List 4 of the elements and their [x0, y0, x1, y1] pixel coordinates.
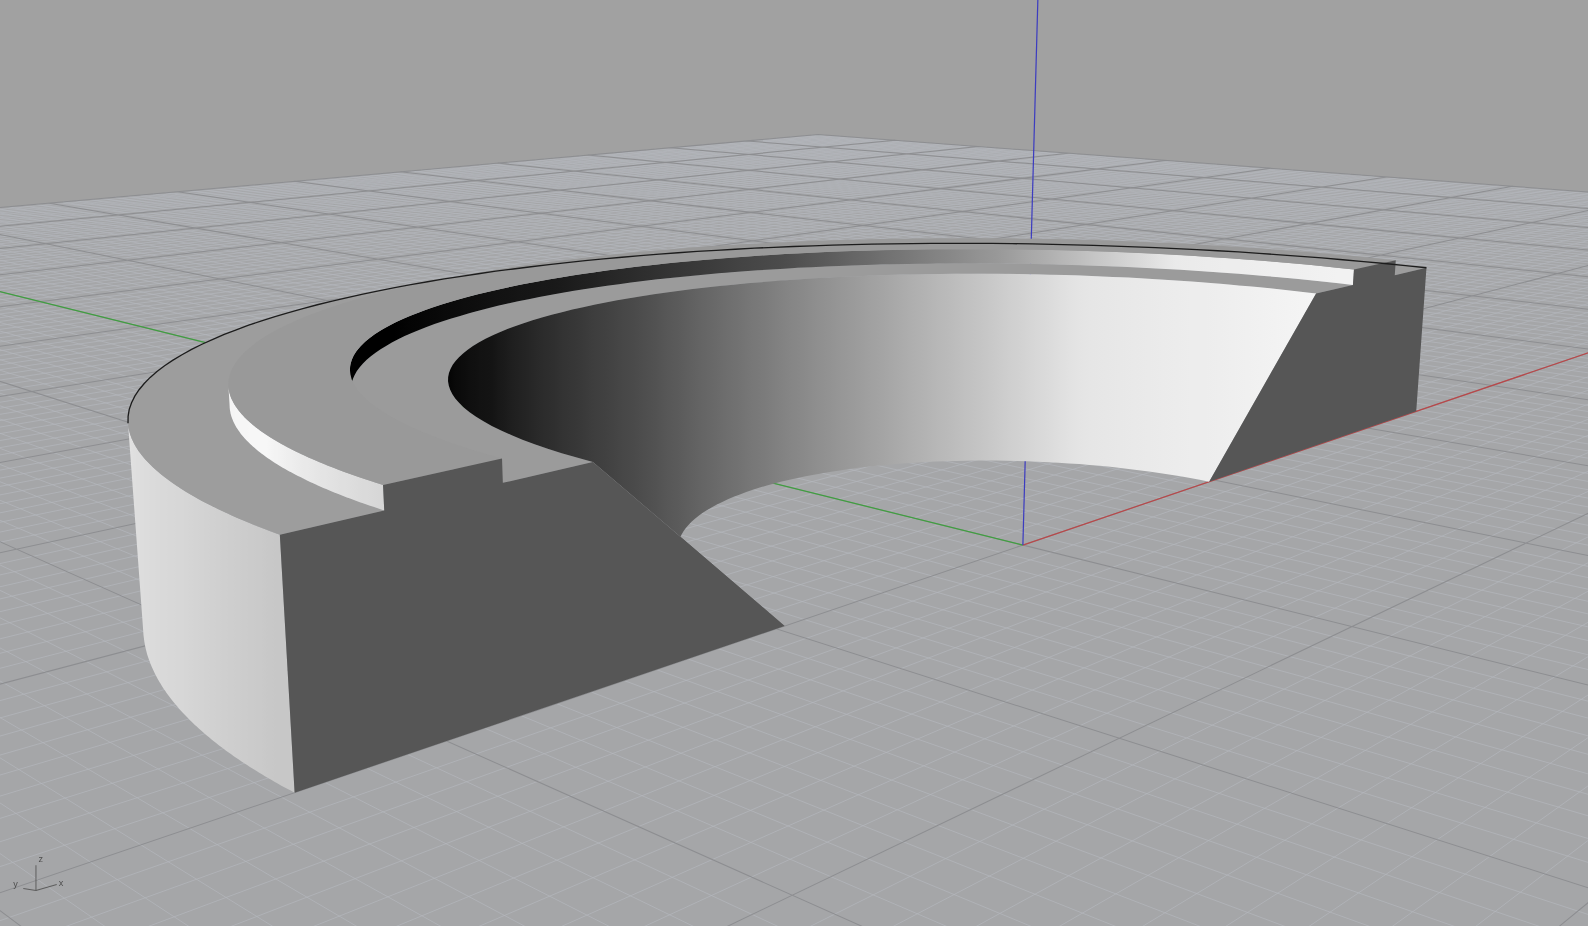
axis-label: x: [58, 878, 64, 889]
axis-gizmo-icon: [22, 864, 58, 892]
axis-label: z: [38, 854, 44, 865]
axis-label: y: [13, 879, 18, 890]
